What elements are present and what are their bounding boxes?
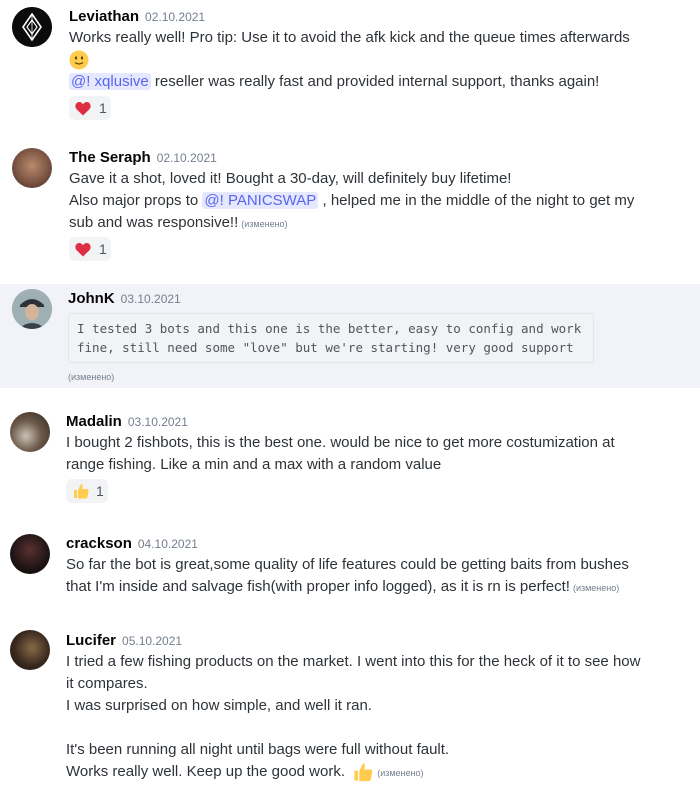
message-content: I tried a few fishing products on the ma…	[66, 651, 640, 784]
message-line: reseller was really fast and provided in…	[150, 73, 600, 90]
message-line: I was surprised on how simple, and well …	[66, 697, 372, 714]
edited-marker: (изменено)	[572, 583, 620, 593]
reaction-count: 1	[99, 241, 107, 257]
edited-marker: (изменено)	[241, 219, 288, 229]
thumbs-up-icon	[74, 484, 89, 499]
timestamp: 02.10.2021	[145, 10, 206, 24]
timestamp: 05.10.2021	[122, 634, 183, 648]
username[interactable]: crackson	[66, 535, 132, 552]
timestamp: 04.10.2021	[137, 537, 198, 551]
heart-icon	[75, 101, 91, 115]
reaction-heart[interactable]: 1	[69, 237, 111, 261]
message-content: Gave it a shot, loved it! Bought a 30-da…	[69, 168, 634, 235]
timestamp: 03.10.2021	[127, 415, 188, 429]
avatar[interactable]	[12, 148, 52, 188]
username[interactable]: The Seraph	[69, 149, 151, 166]
timestamp: 03.10.2021	[120, 292, 181, 306]
message-line: it compares.	[66, 675, 148, 692]
message-line: Also major props to	[69, 192, 203, 209]
message-line: Works really well. Keep up the good work…	[66, 763, 346, 780]
username[interactable]: JohnK	[68, 290, 115, 307]
username[interactable]: Madalin	[66, 413, 122, 430]
message-lucifer: Lucifer 05.10.2021 I tried a few fishing …	[0, 620, 700, 804]
message-content: So far the bot is great,some quality of …	[66, 554, 629, 599]
avatar[interactable]	[12, 289, 52, 329]
reaction-thumbs-up[interactable]: 1	[66, 479, 108, 503]
message-crackson: crackson 04.10.2021 So far the bot is gre…	[0, 522, 700, 608]
message-leviathan: Leviathan 02.10.2021 Works really well! P…	[0, 0, 700, 140]
message-line: I tried a few fishing products on the ma…	[66, 653, 641, 670]
thumbs-up-icon	[354, 763, 373, 782]
avatar-portrait-icon	[12, 289, 52, 329]
message-line: Gave it a shot, loved it! Bought a 30-da…	[69, 170, 512, 187]
message-line: Works really well! Pro tip: Use it to av…	[69, 29, 630, 46]
message-line: I bought 2 fishbots, this is the best on…	[66, 434, 615, 451]
code-block: I tested 3 bots and this one is the bett…	[68, 313, 594, 363]
avatar[interactable]	[10, 412, 50, 452]
edited-marker: (изменено)	[377, 768, 424, 778]
username[interactable]: Lucifer	[66, 632, 116, 649]
user-mention[interactable]: @! xqlusive	[69, 73, 151, 90]
reaction-count: 1	[99, 100, 107, 116]
message-line: It's been running all night until bags w…	[66, 741, 450, 758]
message-content: I bought 2 fishbots, this is the best on…	[66, 432, 615, 476]
slightly-smiling-face-icon	[69, 50, 89, 70]
message-line: sub and was responsive!!	[69, 214, 239, 231]
message-content: Works really well! Pro tip: Use it to av…	[69, 27, 630, 93]
code-line: I tested 3 bots and this one is the bett…	[77, 321, 582, 336]
message-madalin: Madalin 03.10.2021 I bought 2 fishbots, t…	[0, 400, 700, 510]
user-mention[interactable]: @! PANICSWAP	[202, 192, 319, 209]
reaction-count: 1	[96, 483, 104, 499]
username[interactable]: Leviathan	[69, 8, 139, 25]
leviathan-logo-icon	[12, 7, 52, 47]
message-line: , helped me in the middle of the night t…	[318, 192, 635, 209]
message-line: So far the bot is great,some quality of …	[66, 556, 629, 573]
message-line: that I'm inside and salvage fish(with pr…	[66, 578, 570, 595]
edited-marker: (изменено)	[68, 372, 115, 382]
avatar[interactable]	[10, 630, 50, 670]
timestamp: 02.10.2021	[156, 151, 217, 165]
message-line: range fishing. Like a min and a max with…	[66, 456, 442, 473]
message-the-seraph: The Seraph 02.10.2021 Gave it a shot, lov…	[0, 140, 700, 284]
heart-icon	[75, 242, 91, 256]
avatar[interactable]	[10, 534, 50, 574]
avatar[interactable]	[12, 7, 52, 47]
reaction-heart[interactable]: 1	[69, 96, 111, 120]
code-line: fine, still need some "love" but we're s…	[77, 339, 574, 355]
